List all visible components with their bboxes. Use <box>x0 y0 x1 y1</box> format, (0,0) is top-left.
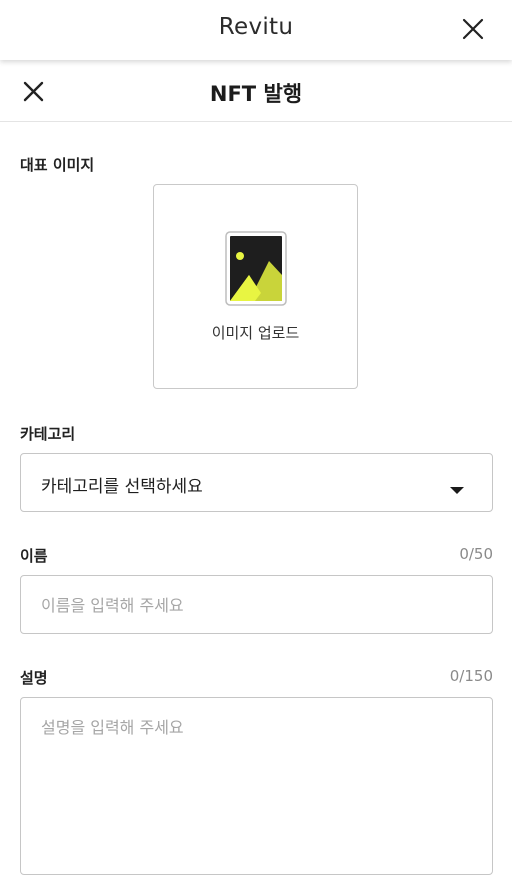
name-field-container <box>20 575 493 634</box>
image-section-label: 대표 이미지 <box>20 156 95 174</box>
category-select[interactable]: 카테고리를 선택하세요 <box>20 453 493 512</box>
name-input[interactable] <box>41 593 471 617</box>
page-header: NFT 발행 <box>0 60 512 122</box>
app-bar: Revitu <box>0 0 512 60</box>
image-upload-button[interactable]: 이미지 업로드 <box>153 184 358 389</box>
upload-label: 이미지 업로드 <box>211 324 300 342</box>
description-textarea[interactable] <box>41 716 471 866</box>
category-label: 카테고리 <box>20 425 76 443</box>
image-placeholder-icon <box>225 231 287 306</box>
app-title: Revitu <box>218 14 294 40</box>
description-field-container <box>20 697 493 875</box>
category-selected-value: 카테고리를 선택하세요 <box>41 477 203 497</box>
caret-down-icon <box>449 480 465 494</box>
name-label: 이름 <box>20 547 48 565</box>
name-counter: 0/50 <box>459 545 493 563</box>
app-close-icon[interactable] <box>456 12 490 46</box>
description-label: 설명 <box>20 669 48 687</box>
page-title: NFT 발행 <box>209 82 303 106</box>
description-counter: 0/150 <box>449 667 493 685</box>
